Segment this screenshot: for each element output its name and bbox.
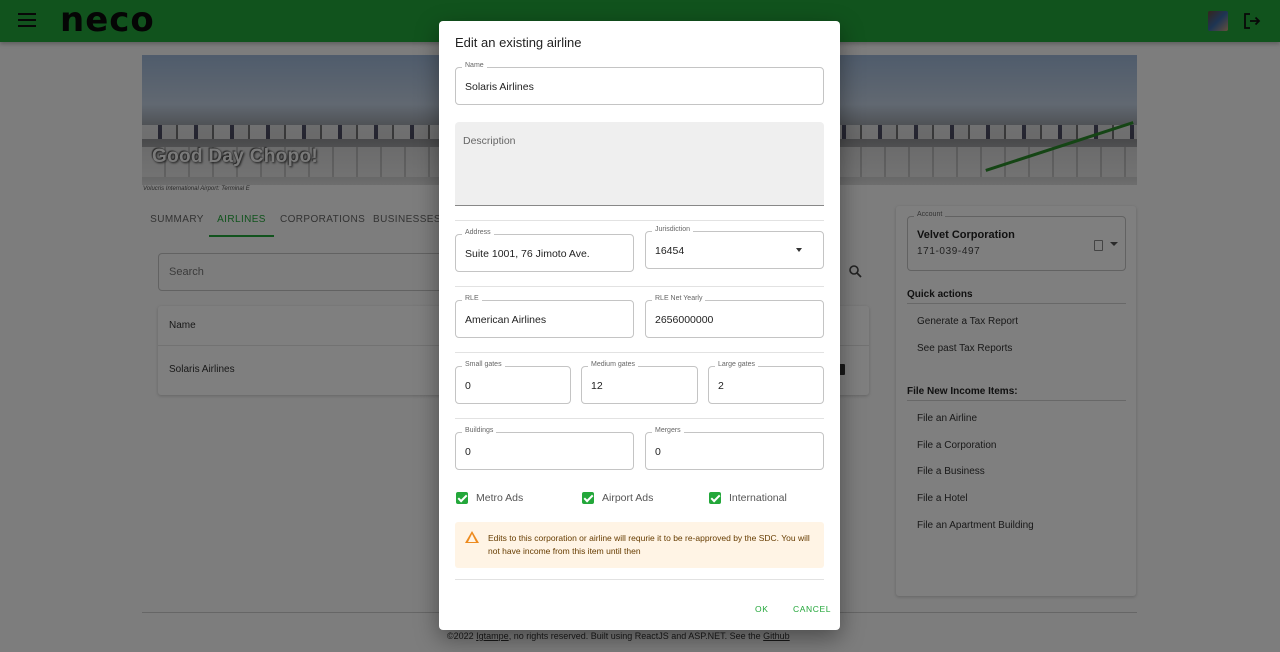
international-label: International: [729, 492, 787, 504]
medium-gates-label: Medium gates: [588, 361, 638, 368]
divider: [455, 418, 824, 419]
edit-airline-dialog: Edit an existing airline Name Solaris Ai…: [439, 21, 840, 630]
airport-ads-label: Airport Ads: [602, 492, 654, 504]
airport-ads-checkbox[interactable]: [582, 492, 594, 504]
rle-field[interactable]: RLE American Airlines: [455, 295, 634, 338]
international-checkbox[interactable]: [709, 492, 721, 504]
name-value: Solaris Airlines: [465, 81, 534, 93]
ok-button[interactable]: OK: [755, 604, 768, 614]
rle-net-yearly-label: RLE Net Yearly: [652, 295, 706, 302]
description-field[interactable]: Description: [455, 122, 824, 206]
warning-icon: [465, 531, 479, 543]
cancel-button[interactable]: CANCEL: [793, 604, 831, 614]
mergers-value: 0: [655, 446, 661, 458]
warning-alert: Edits to this corporation or airline wil…: [455, 522, 824, 568]
jurisdiction-select[interactable]: Jurisdiction 16454: [645, 226, 824, 269]
address-field[interactable]: Address Suite 1001, 76 Jimoto Ave.: [455, 229, 634, 272]
mergers-field[interactable]: Mergers 0: [645, 427, 824, 470]
small-gates-value: 0: [465, 380, 471, 392]
large-gates-field[interactable]: Large gates 2: [708, 361, 824, 404]
small-gates-field[interactable]: Small gates 0: [455, 361, 571, 404]
rle-net-yearly-field[interactable]: RLE Net Yearly 2656000000: [645, 295, 824, 338]
description-placeholder: Description: [463, 135, 516, 147]
jurisdiction-value: 16454: [655, 245, 685, 257]
jurisdiction-label: Jurisdiction: [652, 226, 694, 233]
medium-gates-value: 12: [591, 380, 603, 392]
divider: [455, 579, 824, 580]
name-label: Name: [462, 62, 487, 69]
divider: [455, 286, 824, 287]
chevron-down-icon[interactable]: [796, 248, 802, 252]
metro-ads-label: Metro Ads: [476, 492, 524, 504]
address-label: Address: [462, 229, 494, 236]
buildings-value: 0: [465, 446, 471, 458]
name-field[interactable]: Name Solaris Airlines: [455, 62, 824, 105]
warning-text: Edits to this corporation or airline wil…: [488, 533, 810, 556]
large-gates-label: Large gates: [715, 361, 758, 368]
buildings-field[interactable]: Buildings 0: [455, 427, 634, 470]
address-value: Suite 1001, 76 Jimoto Ave.: [465, 248, 590, 260]
medium-gates-field[interactable]: Medium gates 12: [581, 361, 698, 404]
dialog-title: Edit an existing airline: [455, 35, 582, 50]
small-gates-label: Small gates: [462, 361, 505, 368]
large-gates-value: 2: [718, 380, 724, 392]
rle-net-yearly-value: 2656000000: [655, 314, 714, 326]
rle-value: American Airlines: [465, 314, 547, 326]
divider: [455, 352, 824, 353]
metro-ads-checkbox[interactable]: [456, 492, 468, 504]
divider: [455, 220, 824, 221]
buildings-label: Buildings: [462, 427, 497, 434]
mergers-label: Mergers: [652, 427, 684, 434]
rle-label: RLE: [462, 295, 482, 302]
